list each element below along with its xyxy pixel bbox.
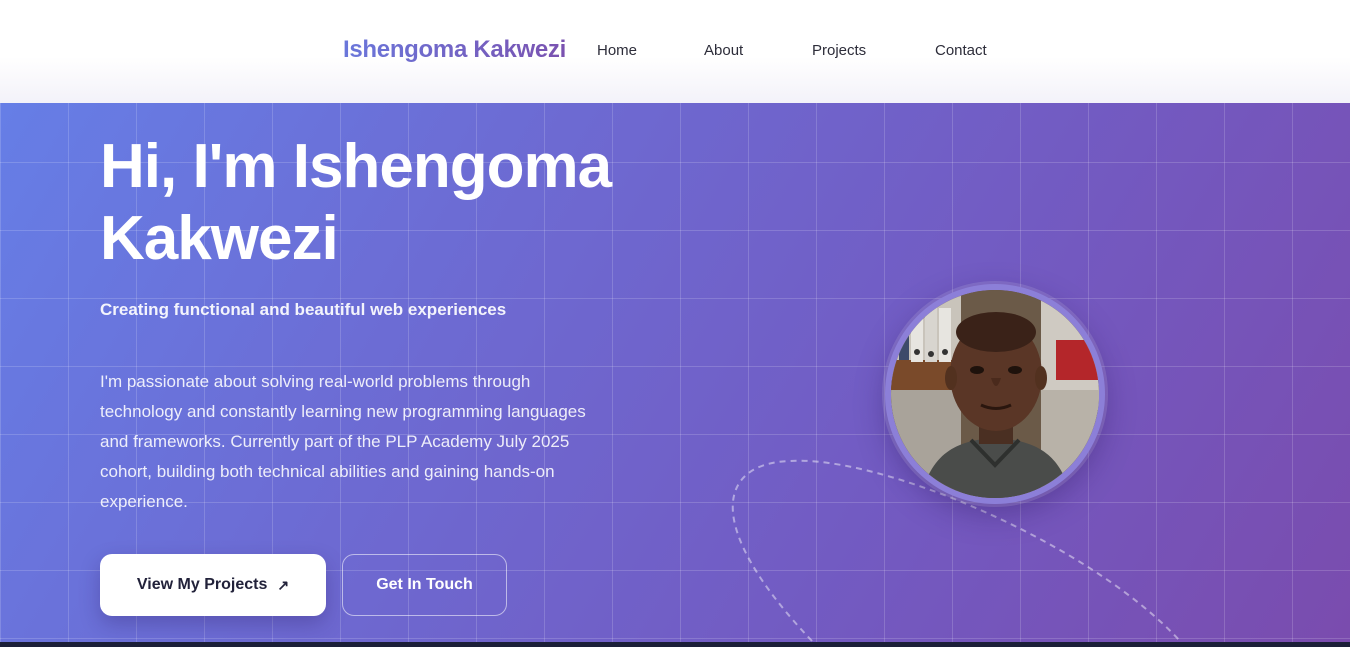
hero-title: Hi, I'm Ishengoma Kakwezi	[100, 132, 612, 273]
view-projects-label: View My Projects	[136, 576, 268, 593]
get-in-touch-label: Get In Touch	[376, 576, 473, 593]
profile-photo	[891, 290, 1099, 498]
avatar-frame	[885, 284, 1105, 504]
navbar: Ishengoma Kakwezi Home About Projects Co…	[0, 0, 1350, 103]
brand-logo[interactable]: Ishengoma Kakwezi	[343, 36, 566, 64]
nav-link-about[interactable]: About	[704, 42, 743, 59]
next-section-edge	[0, 642, 1350, 647]
nav-link-home[interactable]: Home	[597, 42, 637, 59]
view-projects-button[interactable]: View My Projects ↗	[100, 554, 326, 616]
nav-link-projects[interactable]: Projects	[812, 42, 866, 59]
profile-photo-illustration	[891, 290, 1099, 498]
hero-subtitle: Creating functional and beautiful web ex…	[100, 300, 507, 319]
get-in-touch-button[interactable]: Get In Touch	[342, 554, 507, 616]
hero-section: Hi, I'm Ishengoma Kakwezi Creating funct…	[0, 103, 1350, 642]
hero-description: I'm passionate about solving real-world …	[100, 372, 586, 511]
nav-link-contact[interactable]: Contact	[935, 42, 987, 59]
arrow-up-right-icon: ↗	[277, 576, 290, 593]
